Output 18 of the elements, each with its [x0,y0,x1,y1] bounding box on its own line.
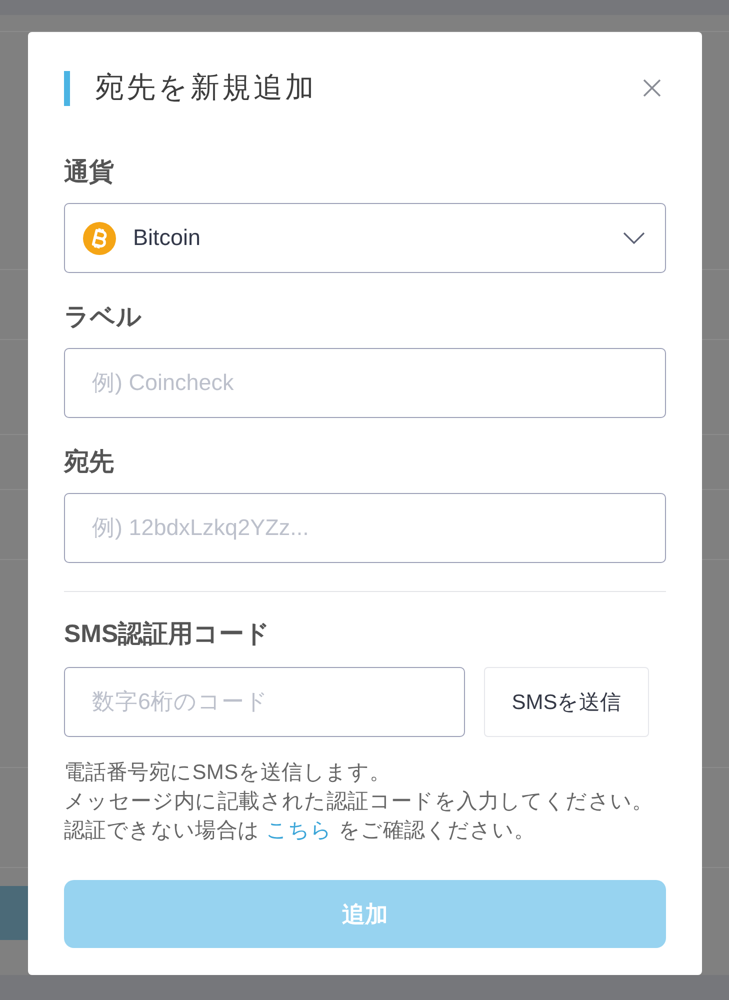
field-label: SMS認証用コード [64,619,272,649]
code-input[interactable]: 数字6桁のコード [64,667,465,737]
chevron-down-icon [623,232,645,244]
dimmed-page-block [0,886,28,940]
field-label: 宛先 [64,447,115,477]
help-text: メッセージ内に記載された認証コードを入力してください。 [64,789,654,815]
text-input[interactable]: 例) Coincheck [64,348,666,418]
coin-icon [83,222,116,254]
title-accent-bar [64,70,70,106]
text-input[interactable]: 例) 12bdxLzkq2YZz... [64,493,666,563]
help-text: 認証できない場合は こちら をご確認ください。 [64,818,536,844]
field-label: ラベル [64,302,143,332]
currency-select[interactable]: Bitcoin [64,203,666,273]
help-text: 電話番号宛にSMSを送信します。 [64,760,392,786]
close-icon[interactable] [643,79,661,97]
dialog-title: 宛先を新規追加 [95,71,316,106]
send-sms-button[interactable]: SMSを送信 [484,667,649,737]
field-label: 通貨 [64,157,115,187]
